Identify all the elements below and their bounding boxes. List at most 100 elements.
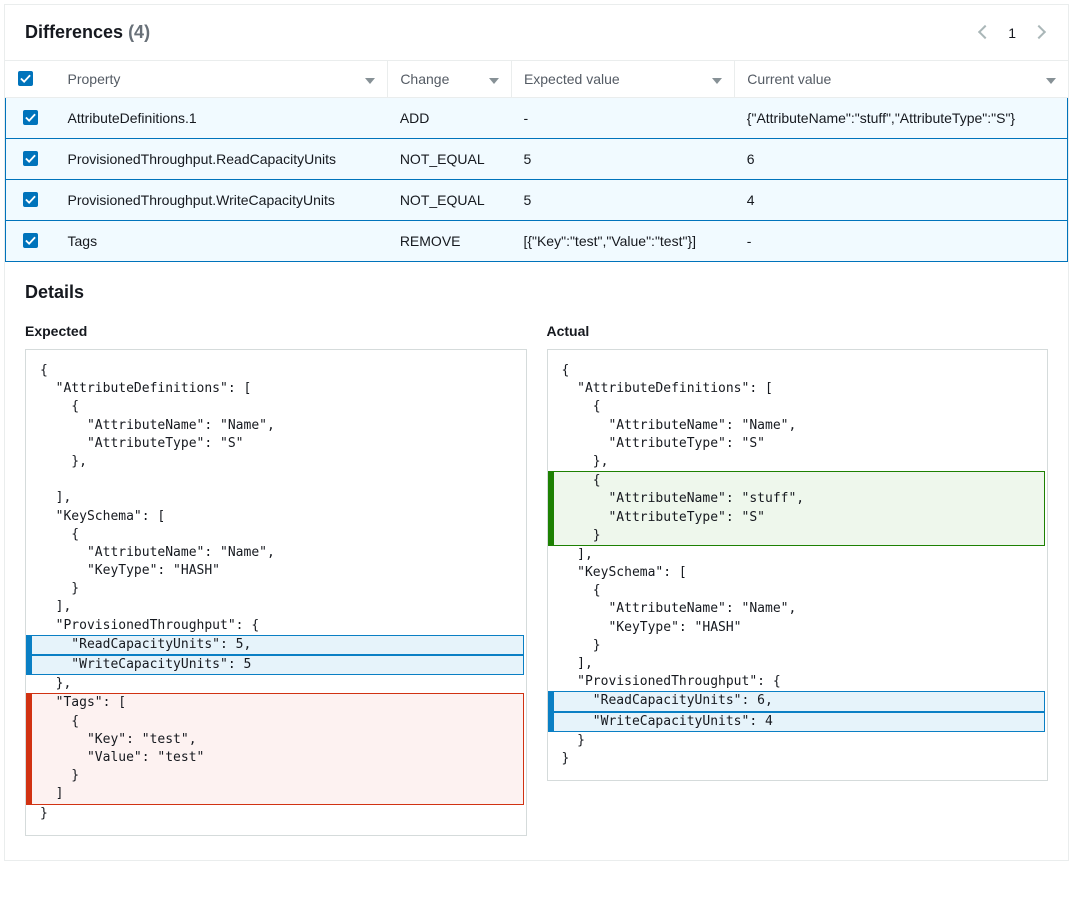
code-line: "AttributeType": "S" [562,509,1045,527]
code-line: }, [548,453,1048,471]
check-icon [20,73,31,84]
code-line: { [548,582,1048,600]
check-icon [25,153,36,164]
checkbox[interactable] [23,151,38,166]
code-line: "AttributeDefinitions": [ [548,380,1048,398]
panel-title: Differences (4) [25,22,150,43]
diff-changed-line: "ReadCapacityUnits": 6, [548,691,1046,711]
cell-current: {"AttributeName":"stuff","AttributeType"… [735,98,1068,139]
details-heading: Details [5,262,1068,311]
chevron-right-icon [1032,25,1046,39]
code-line: } [26,580,526,598]
code-line: ] [40,785,523,803]
checkbox[interactable] [23,233,38,248]
code-line: "AttributeDefinitions": [ [26,380,526,398]
code-line: }, [26,675,526,693]
code-line: ], [548,655,1048,673]
code-line: { [562,472,1045,490]
differences-panel: Differences (4) 1 Property Change Expect… [4,4,1069,861]
prev-page-button[interactable] [976,21,994,44]
actual-code-box[interactable]: { "AttributeDefinitions": [ { "Attribute… [547,349,1049,781]
code-line: "KeyType": "HASH" [26,562,526,580]
code-line: ], [26,598,526,616]
code-line: { [26,526,526,544]
code-line: "KeySchema": [ [26,508,526,526]
table-row[interactable]: AttributeDefinitions.1ADD-{"AttributeNam… [6,98,1068,139]
code-line: "Value": "test" [40,749,523,767]
pagination: 1 [976,21,1048,44]
cell-property: ProvisionedThroughput.ReadCapacityUnits [56,139,388,180]
cell-change: REMOVE [388,221,512,262]
code-line: "AttributeName": "Name", [548,417,1048,435]
code-line: ], [548,546,1048,564]
code-line: "AttributeName": "Name", [548,600,1048,618]
sort-icon [365,71,375,87]
cell-expected: - [511,98,734,139]
diff-removed-block: "Tags": [ { "Key": "test", "Value": "tes… [26,693,524,804]
chevron-left-icon [978,25,992,39]
diff-added-block: { "AttributeName": "stuff", "AttributeTy… [548,471,1046,546]
code-line: "KeyType": "HASH" [548,619,1048,637]
cell-current: 6 [735,139,1068,180]
table-row[interactable]: ProvisionedThroughput.ReadCapacityUnitsN… [6,139,1068,180]
code-line: { [26,398,526,416]
next-page-button[interactable] [1030,21,1048,44]
code-line: ], [26,489,526,507]
table-row[interactable]: ProvisionedThroughput.WriteCapacityUnits… [6,180,1068,221]
table-row[interactable]: TagsREMOVE[{"Key":"test","Value":"test"}… [6,221,1068,262]
diff-changed-line: "ReadCapacityUnits": 5, [26,635,524,655]
cell-expected: 5 [511,139,734,180]
code-line: } [26,805,526,823]
code-line: { [548,398,1048,416]
column-change[interactable]: Change [388,61,512,98]
title-text: Differences [25,22,123,42]
cell-change: NOT_EQUAL [388,139,512,180]
code-line: "AttributeType": "S" [26,435,526,453]
column-property[interactable]: Property [56,61,388,98]
code-line: "KeySchema": [ [548,564,1048,582]
code-line: "Tags": [ [40,694,523,712]
cell-current: - [735,221,1068,262]
title-count: (4) [128,22,150,42]
code-line: { [548,362,1048,380]
cell-expected: [{"Key":"test","Value":"test"}] [511,221,734,262]
panel-header: Differences (4) 1 [5,5,1068,61]
code-line: } [548,732,1048,750]
actual-column: Actual { "AttributeDefinitions": [ { "At… [547,323,1049,836]
code-line: "Key": "test", [40,731,523,749]
code-line: "AttributeName": "Name", [26,544,526,562]
column-current[interactable]: Current value [735,61,1068,98]
expected-code-box[interactable]: { "AttributeDefinitions": [ { "Attribute… [25,349,527,836]
code-line: } [40,767,523,785]
cell-property: Tags [56,221,388,262]
cell-change: ADD [388,98,512,139]
actual-label: Actual [547,323,1049,339]
code-line: { [26,362,526,380]
code-line: "ProvisionedThroughput": { [548,673,1048,691]
check-icon [25,235,36,246]
expected-label: Expected [25,323,527,339]
check-icon [25,194,36,205]
code-line: }, [26,453,526,471]
cell-current: 4 [735,180,1068,221]
column-select-all[interactable] [6,61,56,98]
cell-expected: 5 [511,180,734,221]
check-icon [25,112,36,123]
checkbox[interactable] [23,192,38,207]
sort-icon [489,71,499,87]
diff-changed-line: "WriteCapacityUnits": 4 [548,712,1046,732]
code-line: "AttributeType": "S" [548,435,1048,453]
code-compare: Expected { "AttributeDefinitions": [ { "… [5,311,1068,860]
cell-change: NOT_EQUAL [388,180,512,221]
code-line: "AttributeName": "Name", [26,417,526,435]
checkbox[interactable] [23,110,38,125]
code-line: } [548,750,1048,768]
sort-icon [712,71,722,87]
code-line: { [40,713,523,731]
code-line: "ProvisionedThroughput": { [26,617,526,635]
checkbox-all[interactable] [18,71,33,86]
diff-changed-line: "WriteCapacityUnits": 5 [26,655,524,675]
expected-column: Expected { "AttributeDefinitions": [ { "… [25,323,527,836]
column-expected[interactable]: Expected value [511,61,734,98]
code-line: } [562,527,1045,545]
